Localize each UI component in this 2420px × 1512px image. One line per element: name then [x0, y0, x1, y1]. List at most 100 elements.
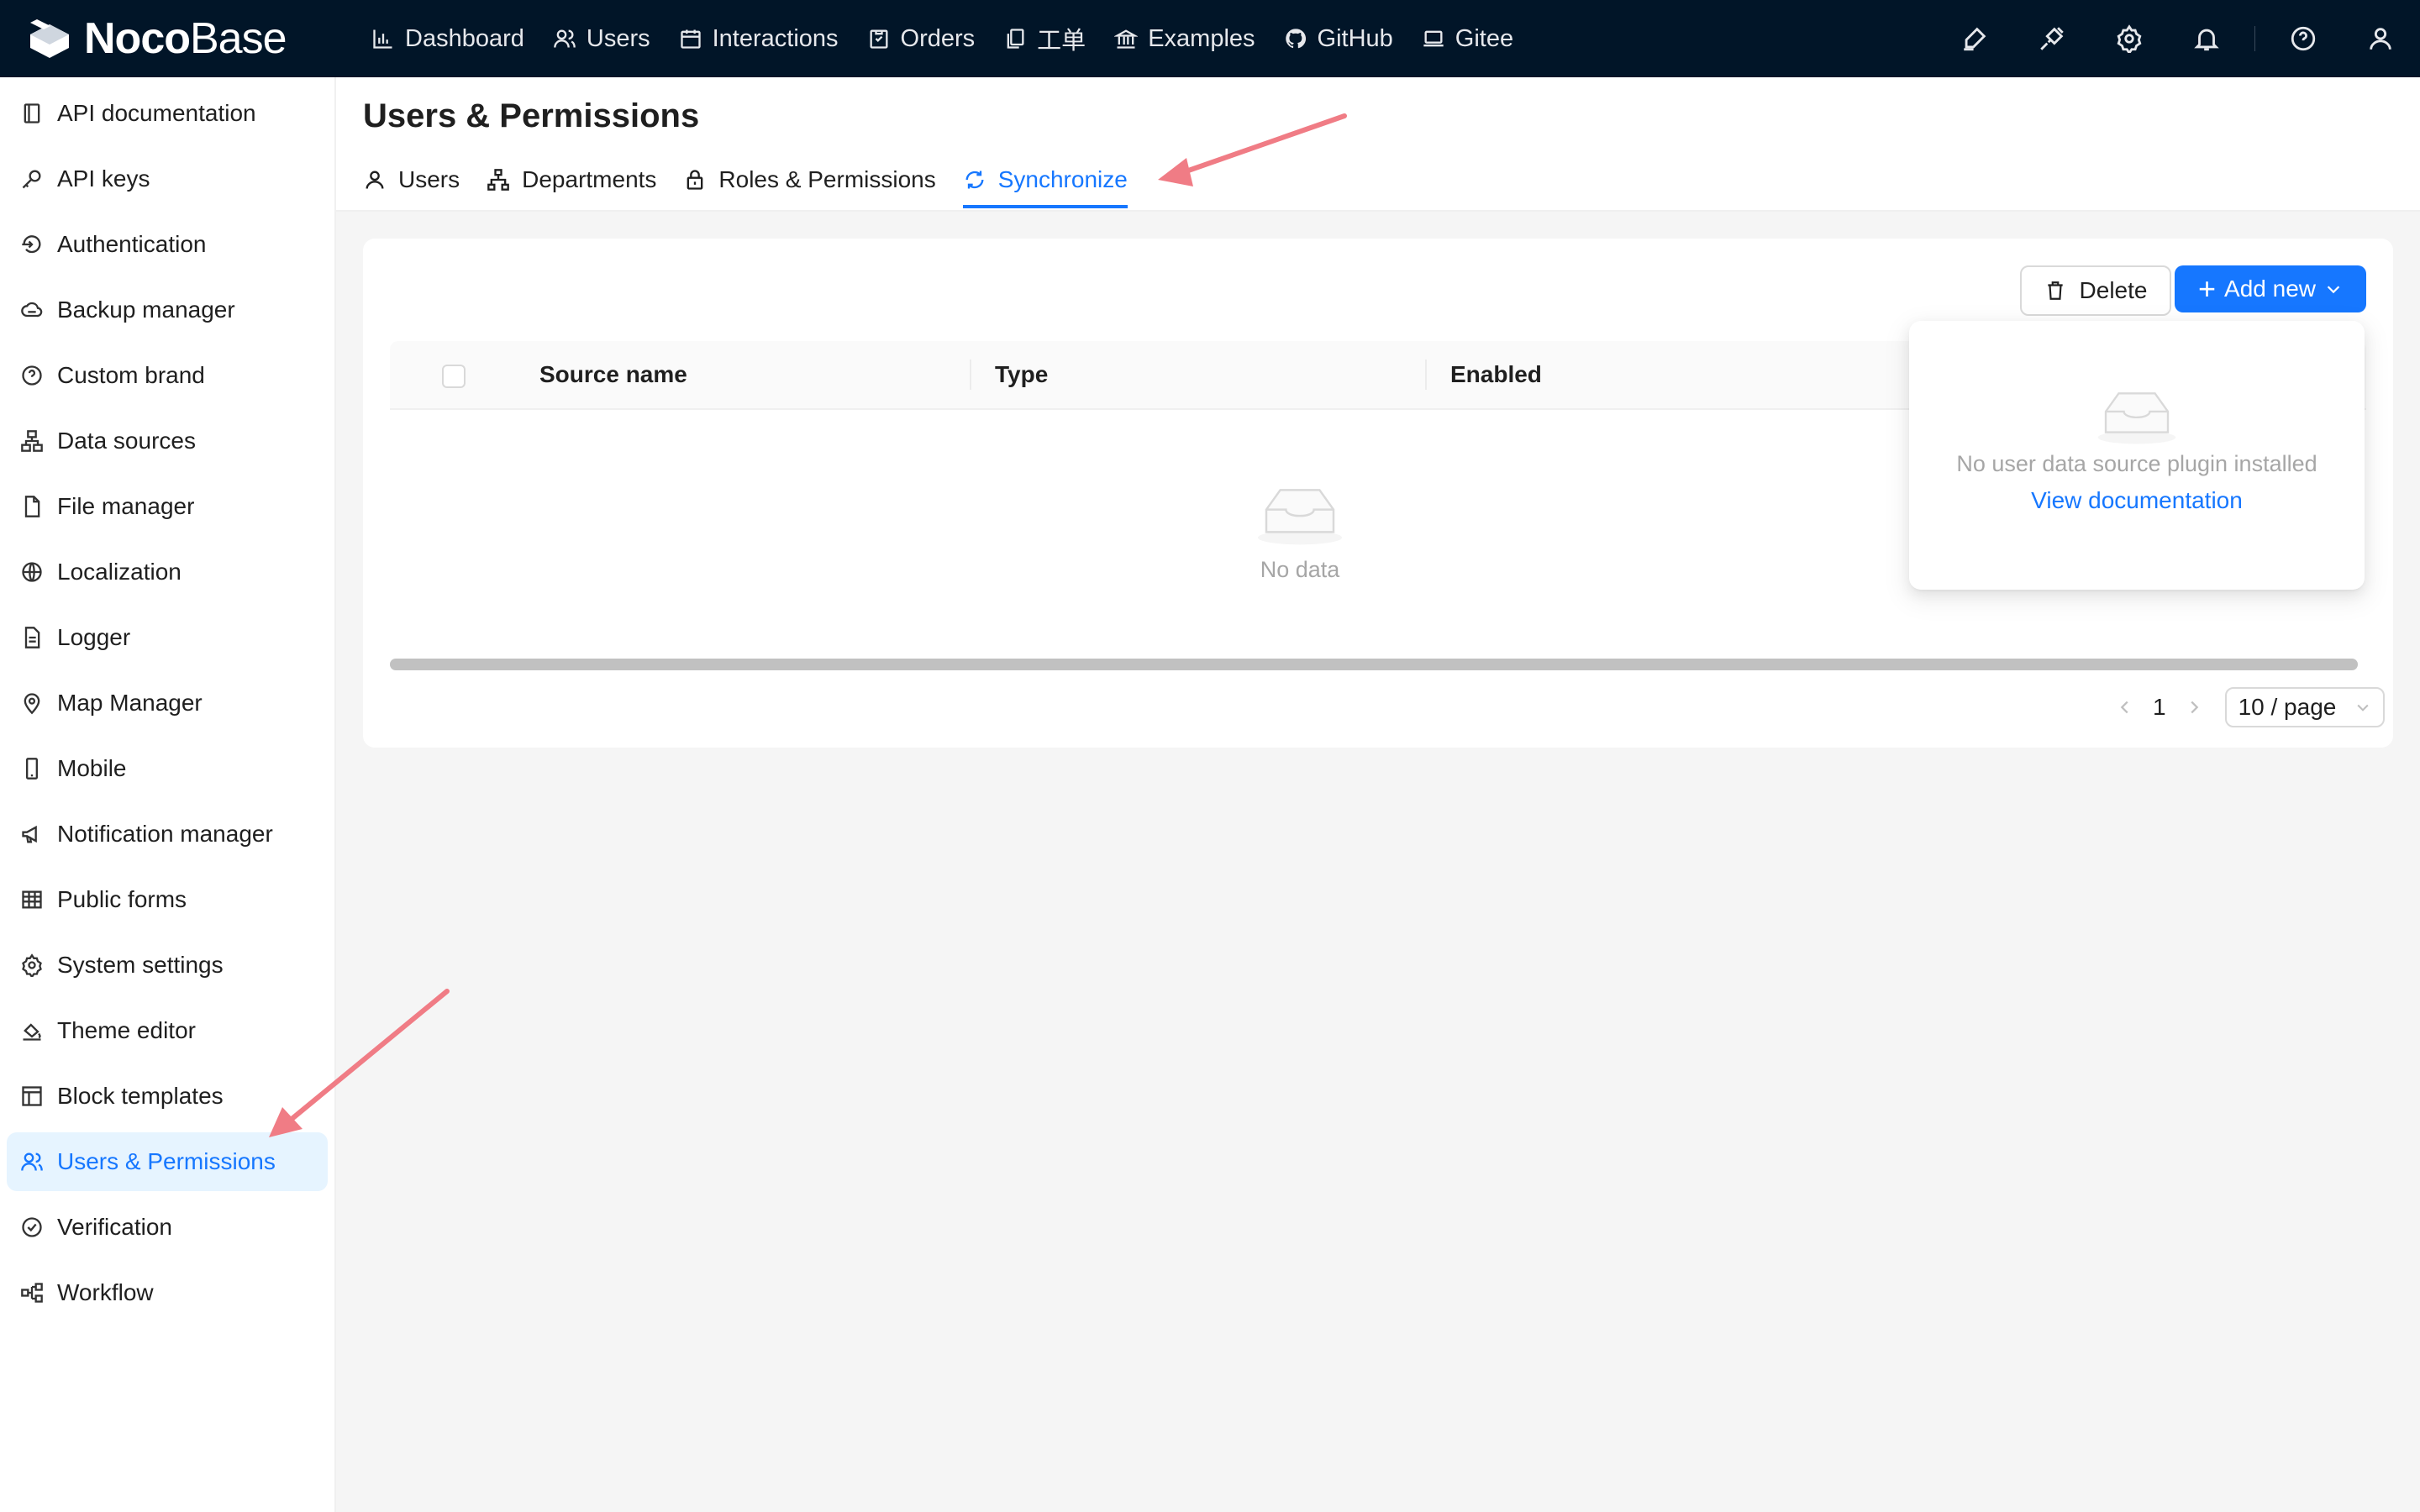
layout-icon: [22, 1086, 42, 1106]
lock-icon: [687, 170, 703, 190]
add-new-button[interactable]: + Add new: [2175, 265, 2366, 312]
sidebar-item-authentication[interactable]: Authentication: [7, 215, 328, 274]
cloud-icon: [21, 302, 43, 318]
sidebar-item-api-documentation[interactable]: API documentation: [7, 84, 328, 143]
tab-users[interactable]: Users: [363, 155, 460, 205]
help-icon[interactable]: [2289, 24, 2317, 53]
gear-icon: [22, 953, 42, 977]
sidebar-item-verification[interactable]: Verification: [7, 1198, 328, 1257]
column-enabled: Enabled: [1450, 361, 1542, 387]
chevron-down-icon: [2357, 704, 2369, 711]
sidebar-item-custom-brand[interactable]: Custom brand: [7, 346, 328, 405]
table-icon: [22, 890, 42, 909]
page-header: Users & Permissions Users Departments Ro…: [336, 77, 2420, 212]
workflow-icon: [21, 1283, 43, 1303]
plus-icon: +: [2198, 271, 2217, 306]
horizontal-scrollbar[interactable]: [390, 659, 2358, 670]
sidebar-item-mobile[interactable]: Mobile: [7, 739, 328, 798]
column-divider: [1425, 360, 1427, 390]
question-circle-icon: [22, 365, 42, 386]
nav-orders[interactable]: Orders: [867, 25, 975, 53]
tab-roles-permissions[interactable]: Roles & Permissions: [683, 155, 936, 205]
plugin-icon[interactable]: [2038, 24, 2066, 53]
login-icon: [22, 235, 41, 254]
sidebar-item-data-sources[interactable]: Data sources: [7, 412, 328, 470]
highlight-icon[interactable]: [1960, 24, 1989, 53]
sidebar-item-public-forms[interactable]: Public forms: [7, 870, 328, 929]
sidebar-item-block-templates[interactable]: Block templates: [7, 1067, 328, 1126]
current-page[interactable]: 1: [2153, 694, 2166, 721]
apartment-icon: [487, 169, 509, 191]
select-all-checkbox[interactable]: [442, 365, 466, 388]
sidebar-item-logger[interactable]: Logger: [7, 608, 328, 667]
bar-chart-icon: [373, 29, 392, 49]
nocobase-logo-icon: [30, 19, 69, 58]
user-icon[interactable]: [2366, 24, 2395, 53]
settings-icon[interactable]: [2115, 24, 2144, 53]
sidebar-item-theme-editor[interactable]: Theme editor: [7, 1001, 328, 1060]
laptop-icon: [1423, 30, 1444, 47]
nav-dashboard[interactable]: Dashboard: [371, 25, 524, 53]
sidebar-item-localization[interactable]: Localization: [7, 543, 328, 601]
key-icon: [22, 170, 41, 189]
nav-users[interactable]: Users: [553, 25, 650, 53]
globe-icon: [22, 562, 42, 582]
empty-inbox-icon: [1258, 489, 1342, 545]
nav-gitee[interactable]: Gitee: [1422, 25, 1513, 53]
add-new-dropdown: No user data source plugin installed Vie…: [1909, 321, 2365, 590]
users-icon: [21, 1152, 43, 1171]
no-plugin-message: No user data source plugin installed: [1956, 451, 2317, 476]
book-icon: [24, 103, 40, 123]
sidebar-item-workflow[interactable]: Workflow: [7, 1263, 328, 1322]
bell-icon[interactable]: [2192, 24, 2221, 53]
view-documentation-link[interactable]: View documentation: [1909, 487, 2365, 514]
file-text-icon: [24, 627, 40, 648]
empty-inbox-icon: [2097, 392, 2176, 444]
sidebar-item-users-permissions[interactable]: Users & Permissions: [7, 1132, 328, 1191]
tab-departments[interactable]: Departments: [487, 155, 656, 205]
settings-sidebar: API documentation API keys Authenticatio…: [0, 77, 336, 1512]
user-icon: [366, 171, 384, 189]
empty-text: No data: [1260, 557, 1340, 582]
github-icon: [1285, 29, 1306, 49]
chevron-right-icon[interactable]: [2185, 698, 2203, 717]
tab-bar: Users Departments Roles & Permissions Sy…: [363, 155, 1155, 210]
column-type: Type: [995, 361, 1049, 387]
cluster-icon: [21, 430, 43, 452]
sidebar-item-api-keys[interactable]: API keys: [7, 150, 328, 208]
nav-tickets[interactable]: 工单: [1003, 21, 1086, 56]
tab-synchronize[interactable]: Synchronize: [962, 155, 1128, 208]
copy-icon: [1007, 29, 1024, 49]
delete-button[interactable]: Delete: [2020, 265, 2171, 316]
page-size-select[interactable]: 10 / page: [2224, 687, 2385, 727]
nav-interactions[interactable]: Interactions: [679, 25, 839, 53]
nav-github[interactable]: GitHub: [1284, 25, 1393, 53]
table-empty-state: No data: [1220, 479, 1380, 583]
sidebar-item-file-manager[interactable]: File manager: [7, 477, 328, 536]
paint-bucket-icon: [23, 1023, 41, 1041]
nav-examples[interactable]: Examples: [1114, 25, 1255, 53]
page-title: Users & Permissions: [363, 97, 700, 134]
sidebar-item-notification-manager[interactable]: Notification manager: [7, 805, 328, 864]
sidebar-item-map-manager[interactable]: Map Manager: [7, 674, 328, 732]
chevron-left-icon[interactable]: [2116, 698, 2134, 717]
topbar-divider: [2254, 26, 2255, 51]
calendar-icon: [680, 29, 701, 49]
megaphone-icon: [22, 825, 37, 843]
sidebar-item-backup-manager[interactable]: Backup manager: [7, 281, 328, 339]
top-bar: NocoBase Dashboard Users Interactions Or…: [0, 0, 2420, 77]
trash-icon: [2047, 281, 2063, 300]
check-circle-icon: [22, 1217, 42, 1237]
annotation-arrows: [269, 113, 1347, 1137]
top-nav: Dashboard Users Interactions Orders 工单 E…: [371, 21, 1542, 56]
mobile-icon: [26, 758, 38, 780]
users-icon: [554, 29, 576, 48]
column-source-name: Source name: [539, 361, 687, 387]
sidebar-item-system-settings[interactable]: System settings: [7, 936, 328, 995]
logo[interactable]: NocoBase: [25, 13, 319, 64]
location-icon: [24, 693, 40, 715]
order-icon: [870, 29, 888, 49]
file-icon: [24, 496, 40, 517]
pagination: 1 10 / page: [2102, 684, 2385, 731]
bank-icon: [1114, 29, 1139, 49]
